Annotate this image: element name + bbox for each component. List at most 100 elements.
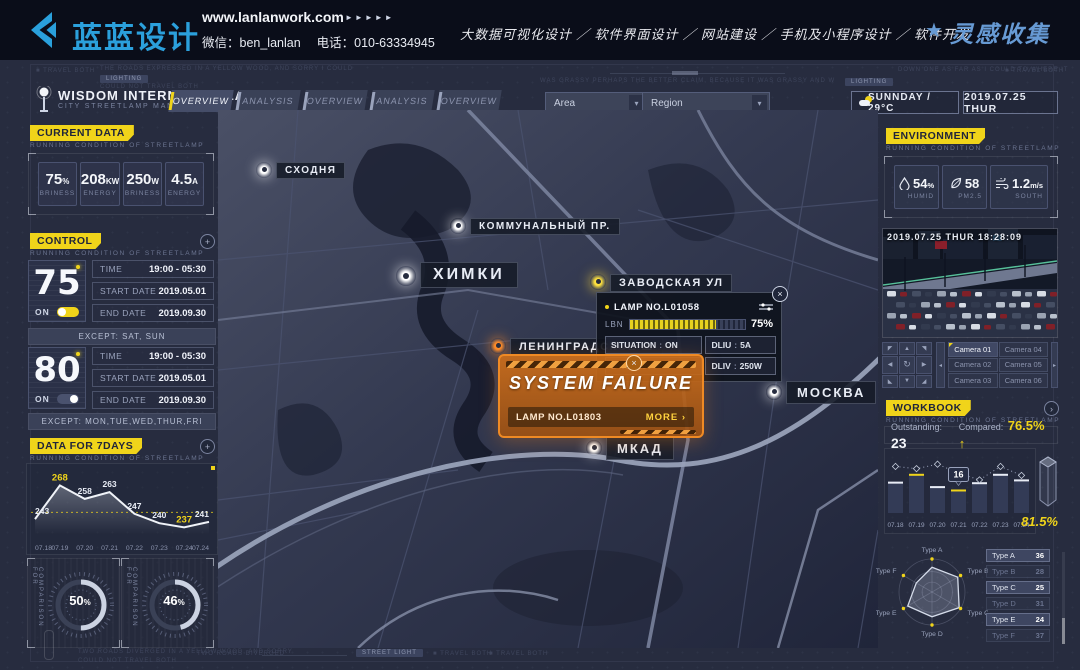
rotate-icon[interactable]: ↻	[899, 356, 915, 373]
map-label-moskva[interactable]: МОСКВА	[786, 381, 876, 404]
decor-streetlight-chip: STREET LIGHT	[356, 649, 423, 657]
brightness-level-box: 80 ON	[28, 347, 86, 409]
type-row-c[interactable]: Type C25	[986, 581, 1050, 594]
camera-feed[interactable]	[882, 228, 1058, 338]
expand-week-button[interactable]: +	[200, 439, 215, 454]
map-pin-icon[interactable]	[256, 162, 272, 178]
map-pin-icon[interactable]	[450, 218, 466, 234]
decor-checkbox: ■ TRAVEL BOTH	[489, 651, 548, 657]
map-pin-icon[interactable]	[586, 440, 602, 456]
map-pin-orange-icon[interactable]	[490, 338, 506, 354]
compared-value: 76.5%	[1008, 418, 1045, 433]
scrollbar[interactable]	[1062, 552, 1065, 644]
tab-overview-1[interactable]: OVERVIEW	[168, 90, 233, 112]
outstanding-label: Outstanding:	[891, 422, 942, 432]
svg-text:07.24: 07.24	[192, 545, 209, 552]
pan-right-button[interactable]: ▶	[916, 356, 932, 373]
svg-text:263: 263	[102, 479, 116, 489]
panel-title-current-data: CURRENT DATA	[30, 125, 134, 141]
lamp-id: LAMP NO.L01058	[614, 302, 754, 313]
pan-down-button[interactable]: ▼	[899, 375, 915, 388]
map-label-mkad[interactable]: МКАД	[606, 437, 674, 460]
type-row-e[interactable]: Type E24	[986, 613, 1050, 626]
svg-text:07.19: 07.19	[51, 545, 68, 552]
control-row-time: TIME19:00 - 05:30	[92, 260, 214, 278]
page-title: WISDOM INTERNET OF LAMP	[58, 88, 267, 103]
map-label-skhodnya[interactable]: СХОДНЯ	[276, 162, 345, 179]
type-row-f[interactable]: Type F37	[986, 629, 1050, 642]
expand-control-button[interactable]: +	[200, 234, 215, 249]
map-pin-icon[interactable]	[766, 384, 782, 400]
radar-chart: Type AType BType CType DType EType F	[876, 540, 988, 646]
pan-upleft-button[interactable]: ◤	[882, 342, 898, 355]
tab-overview-3[interactable]: OVERVIEW	[436, 90, 501, 112]
arrows-icon: ►►►►►	[345, 13, 395, 22]
panel-subtitle: RUNNING CONDITION OF STREETLAMP	[30, 455, 204, 462]
camera-next-button[interactable]: ▸	[1051, 342, 1058, 388]
svg-text:07.18: 07.18	[888, 522, 904, 529]
map-pin-yellow-icon[interactable]	[590, 274, 606, 290]
camera-prev-button[interactable]: ◂	[936, 342, 945, 388]
power-toggle[interactable]	[57, 307, 79, 317]
map-label-zavodskaya[interactable]: ЗАВОДСКАЯ УЛ	[610, 274, 732, 292]
wind-icon	[995, 178, 1009, 189]
svg-text:268: 268	[52, 472, 68, 483]
svg-text:07.22: 07.22	[126, 545, 143, 552]
pan-up-button[interactable]: ▲	[899, 342, 915, 355]
pan-left-button[interactable]: ◀	[882, 356, 898, 373]
close-icon[interactable]: ×	[772, 286, 788, 302]
pan-downright-button[interactable]: ◢	[916, 375, 932, 388]
svg-text:07.20: 07.20	[930, 522, 946, 529]
map-label-kommunalny[interactable]: КОММУНАЛЬНЫЙ ПР.	[470, 218, 620, 235]
tab-analysis-2[interactable]: ANALYSIS	[369, 90, 434, 112]
chart-marker-dot	[211, 466, 215, 470]
svg-text:Type D: Type D	[921, 631, 943, 638]
camera-05-button[interactable]: Camera 05	[999, 358, 1049, 373]
system-failure-alert: SYSTEM FAILURE LAMP NO.L01803 MORE › ×	[498, 354, 704, 438]
svg-text:07.20: 07.20	[76, 545, 93, 552]
camera-04-button[interactable]: Camera 04	[999, 342, 1049, 357]
date-text: 2019.07.25 THUR	[964, 91, 1057, 115]
svg-text:07.22: 07.22	[972, 522, 988, 529]
stat-card-briness: 75%BRINESS	[38, 162, 77, 206]
state-label: ON	[35, 394, 50, 404]
env-card-wind: 1.2m/s SOUTH	[990, 165, 1048, 209]
type-row-d[interactable]: Type D31	[986, 597, 1050, 610]
website-link[interactable]: www.lanlanwork.com	[202, 9, 344, 25]
workbook-next-button[interactable]: ›	[1044, 401, 1059, 416]
control-row-end: END DATE2019.09.30	[92, 391, 214, 409]
pan-downleft-button[interactable]: ◣	[882, 375, 898, 388]
scrollbar-thumb[interactable]	[1062, 618, 1065, 644]
camera-06-button[interactable]: Camera 06	[999, 373, 1049, 388]
close-icon[interactable]: ×	[626, 355, 642, 371]
svg-text:Type B: Type B	[968, 568, 988, 575]
pan-upright-button[interactable]: ◥	[916, 342, 932, 355]
panel-subtitle: RUNNING CONDITION OF STREETLAMP	[30, 250, 204, 257]
hazard-stripe	[506, 361, 696, 368]
decor-capsule	[44, 630, 54, 660]
svg-text:240: 240	[152, 510, 166, 520]
tab-label: OVERVIEW	[172, 96, 230, 106]
more-button[interactable]: MORE ›	[646, 412, 686, 423]
map-pin-icon[interactable]	[396, 266, 416, 286]
type-row-a[interactable]: Type A36	[986, 549, 1050, 562]
tab-overview-2[interactable]: OVERVIEW	[302, 90, 367, 112]
svg-text:Type E: Type E	[876, 610, 897, 617]
decor-line	[262, 655, 347, 656]
except-bar: EXCEPT: MON,TUE,WED,THUR,FRI	[28, 413, 216, 430]
camera-list: Camera 01 Camera 02 Camera 03 Camera 04 …	[948, 342, 1048, 388]
svg-text:243: 243	[35, 506, 49, 516]
type-row-b[interactable]: Type B28	[986, 565, 1050, 578]
camera-01-button[interactable]: Camera 01	[948, 342, 998, 357]
sliders-icon[interactable]	[759, 302, 773, 312]
tab-analysis-1[interactable]: ANALYSIS	[235, 90, 300, 112]
map-label-khimki[interactable]: ХИМКИ	[420, 262, 518, 288]
environment-frame: 54% HUMID 58 PM2.5 1.2m/s SOUTH	[884, 156, 1058, 218]
camera-02-button[interactable]: Camera 02	[948, 358, 998, 373]
compared-label: Compared:	[959, 422, 1004, 432]
promo-banner: 蓝蓝设计 www.lanlanwork.com ►►►►► 微信：ben_lan…	[0, 0, 1080, 60]
contact-info: 微信：ben_lanlan 电话：010-63334945	[202, 32, 435, 51]
map-canvas[interactable]: СХОДНЯ КОММУНАЛЬНЫЙ ПР. ХИМКИ ЗАВОДСКАЯ …	[218, 110, 878, 648]
power-toggle[interactable]	[57, 394, 79, 404]
camera-03-button[interactable]: Camera 03	[948, 373, 998, 388]
